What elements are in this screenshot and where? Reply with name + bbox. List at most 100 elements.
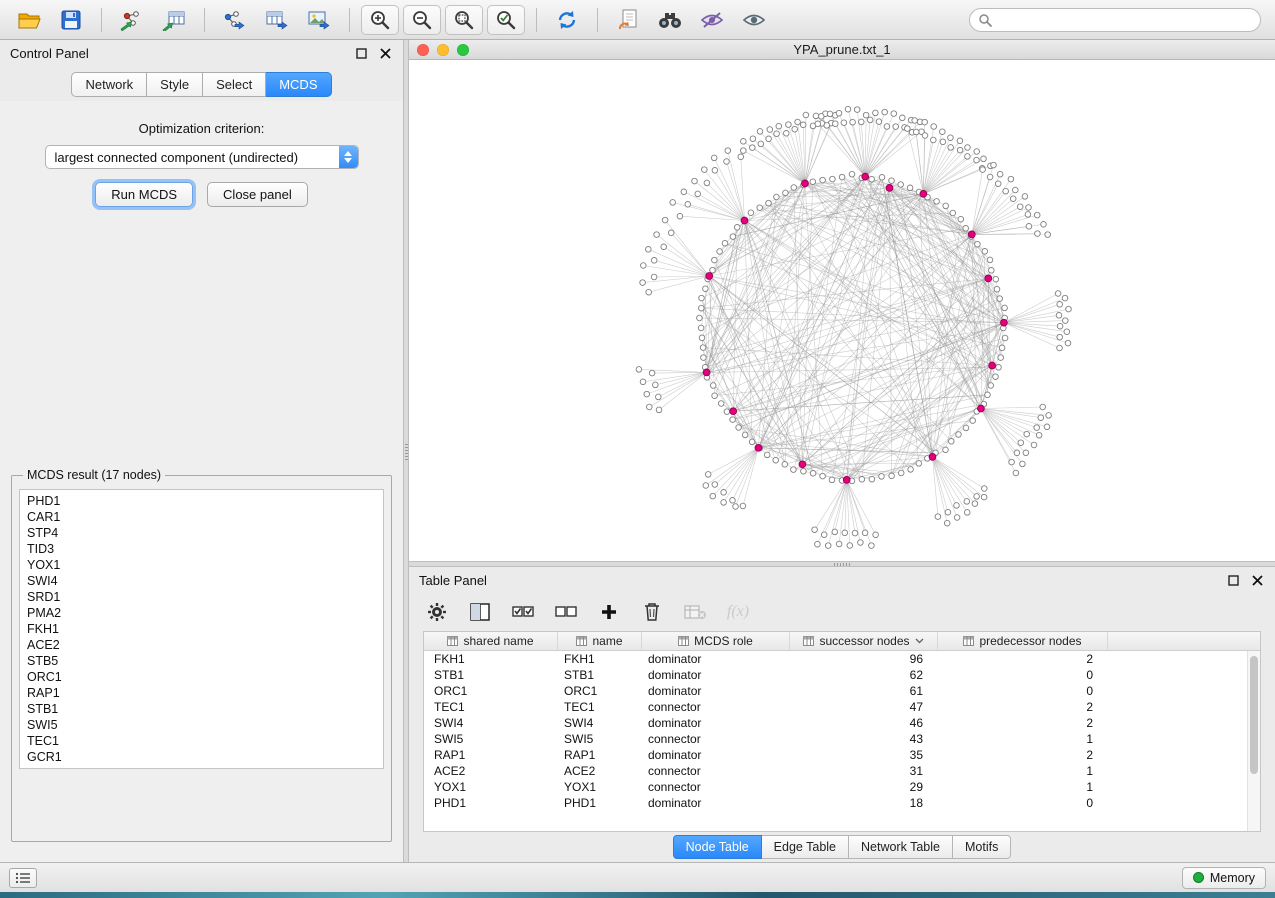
mcds-result-item[interactable]: TEC1 — [27, 733, 376, 749]
network-canvas[interactable] — [409, 60, 1275, 561]
select-all-rows-button[interactable] — [511, 600, 535, 624]
table-scrollbar[interactable] — [1247, 651, 1260, 831]
memory-label: Memory — [1210, 871, 1255, 885]
mcds-result-item[interactable]: SWI4 — [27, 573, 376, 589]
zoom-fit-content-button[interactable] — [445, 5, 483, 35]
export-network-button[interactable] — [216, 5, 254, 35]
hide-filter-button[interactable] — [693, 5, 731, 35]
export-table-button[interactable] — [258, 5, 296, 35]
tab-motifs[interactable]: Motifs — [953, 835, 1011, 859]
column-header-shared-name[interactable]: shared name — [424, 632, 558, 650]
float-icon — [1228, 575, 1239, 586]
find-button[interactable] — [651, 5, 689, 35]
import-table-from-file-button[interactable] — [155, 5, 193, 35]
tab-style[interactable]: Style — [147, 72, 203, 97]
mcds-result-item[interactable]: STB5 — [27, 653, 376, 669]
optimization-criterion-select[interactable]: largest connected component (undirected) — [45, 145, 359, 169]
column-header-name[interactable]: name — [558, 632, 642, 650]
search-input[interactable] — [998, 13, 1252, 27]
tab-node-table[interactable]: Node Table — [673, 835, 762, 859]
deselect-all-rows-button[interactable] — [554, 600, 578, 624]
window-zoom-button[interactable] — [457, 44, 469, 56]
toolbar-search[interactable] — [969, 8, 1261, 32]
table-row[interactable]: RAP1RAP1dominator352 — [424, 747, 1260, 763]
mcds-result-item[interactable]: TID3 — [27, 541, 376, 557]
horizontal-splitter[interactable] — [409, 561, 1275, 567]
node-table: shared name name MCDS role successo — [423, 631, 1261, 832]
column-header-successor-nodes[interactable]: successor nodes — [790, 632, 938, 650]
toolbar-separator — [536, 8, 537, 32]
float-table-panel-button[interactable] — [1225, 572, 1241, 588]
delete-column-button[interactable] — [640, 600, 664, 624]
tab-network-table[interactable]: Network Table — [849, 835, 953, 859]
table-row[interactable]: STB1STB1dominator620 — [424, 667, 1260, 683]
cell-shared-name: STB1 — [424, 668, 558, 682]
cell-name: ORC1 — [558, 684, 642, 698]
table-scrollbar-thumb[interactable] — [1250, 656, 1258, 774]
mcds-result-item[interactable]: STB1 — [27, 701, 376, 717]
mcds-result-box: MCDS result (17 nodes) PHD1CAR1STP4TID3Y… — [11, 468, 392, 842]
window-minimize-button[interactable] — [437, 44, 449, 56]
close-panel-button[interactable] — [377, 45, 393, 61]
network-window-titlebar[interactable]: YPA_prune.txt_1 — [409, 40, 1275, 60]
mcds-result-list[interactable]: PHD1CAR1STP4TID3YOX1SWI4SRD1PMA2FKH1ACE2… — [19, 489, 384, 769]
table-row[interactable]: YOX1YOX1connector291 — [424, 779, 1260, 795]
vertical-splitter[interactable] — [403, 40, 409, 862]
show-eye-button[interactable] — [735, 5, 773, 35]
show-panels-menu-button[interactable] — [9, 868, 37, 888]
float-icon — [356, 48, 367, 59]
cell-name: SWI5 — [558, 732, 642, 746]
table-toolbar: f(x) — [409, 593, 1275, 631]
mcds-result-item[interactable]: PHD1 — [27, 493, 376, 509]
tab-edge-table[interactable]: Edge Table — [762, 835, 849, 859]
table-row[interactable]: FKH1FKH1dominator962 — [424, 651, 1260, 667]
mcds-result-item[interactable]: PMA2 — [27, 605, 376, 621]
column-header-predecessor-nodes[interactable]: predecessor nodes — [938, 632, 1108, 650]
cell-mcds-role: dominator — [642, 684, 790, 698]
cell-shared-name: RAP1 — [424, 748, 558, 762]
mcds-result-item[interactable]: SWI5 — [27, 717, 376, 733]
column-chooser-button[interactable] — [468, 600, 492, 624]
memory-button[interactable]: Memory — [1182, 867, 1266, 889]
table-row[interactable]: ORC1ORC1dominator610 — [424, 683, 1260, 699]
mcds-result-item[interactable]: GCR1 — [27, 749, 376, 765]
tab-network[interactable]: Network — [71, 72, 147, 97]
cell-predecessor-nodes: 2 — [938, 652, 1108, 666]
mcds-result-item[interactable]: ACE2 — [27, 637, 376, 653]
zoom-in-button[interactable] — [361, 5, 399, 35]
close-mcds-panel-button[interactable]: Close panel — [207, 182, 308, 207]
tab-mcds[interactable]: MCDS — [266, 72, 331, 97]
tab-select[interactable]: Select — [203, 72, 266, 97]
table-row[interactable]: PHD1PHD1dominator180 — [424, 795, 1260, 811]
mcds-result-item[interactable]: CAR1 — [27, 509, 376, 525]
mcds-result-item[interactable]: YOX1 — [27, 557, 376, 573]
refresh-view-button[interactable] — [548, 5, 586, 35]
table-row[interactable]: SWI5SWI5connector431 — [424, 731, 1260, 747]
cell-name: YOX1 — [558, 780, 642, 794]
open-session-button[interactable] — [10, 5, 48, 35]
mcds-result-item[interactable]: FKH1 — [27, 621, 376, 637]
mcds-result-item[interactable]: RAP1 — [27, 685, 376, 701]
table-row[interactable]: ACE2ACE2connector311 — [424, 763, 1260, 779]
add-column-button[interactable] — [597, 600, 621, 624]
column-header-mcds-role[interactable]: MCDS role — [642, 632, 790, 650]
export-image-button[interactable] — [300, 5, 338, 35]
share-document-button[interactable] — [609, 5, 647, 35]
float-panel-button[interactable] — [353, 45, 369, 61]
close-table-panel-button[interactable] — [1249, 572, 1265, 588]
zoom-selected-button[interactable] — [487, 5, 525, 35]
mcds-result-item[interactable]: STP4 — [27, 525, 376, 541]
mcds-result-item[interactable]: SRD1 — [27, 589, 376, 605]
import-network-from-file-button[interactable] — [113, 5, 151, 35]
table-row[interactable]: TEC1TEC1connector472 — [424, 699, 1260, 715]
cell-successor-nodes: 47 — [790, 700, 938, 714]
window-close-button[interactable] — [417, 44, 429, 56]
status-bar: Memory — [0, 862, 1275, 892]
mcds-result-item[interactable]: ORC1 — [27, 669, 376, 685]
table-settings-button[interactable] — [425, 600, 449, 624]
save-session-button[interactable] — [52, 5, 90, 35]
search-magnifier-icon — [978, 13, 992, 27]
run-mcds-button[interactable]: Run MCDS — [95, 182, 193, 207]
zoom-out-button[interactable] — [403, 5, 441, 35]
table-row[interactable]: SWI4SWI4dominator462 — [424, 715, 1260, 731]
